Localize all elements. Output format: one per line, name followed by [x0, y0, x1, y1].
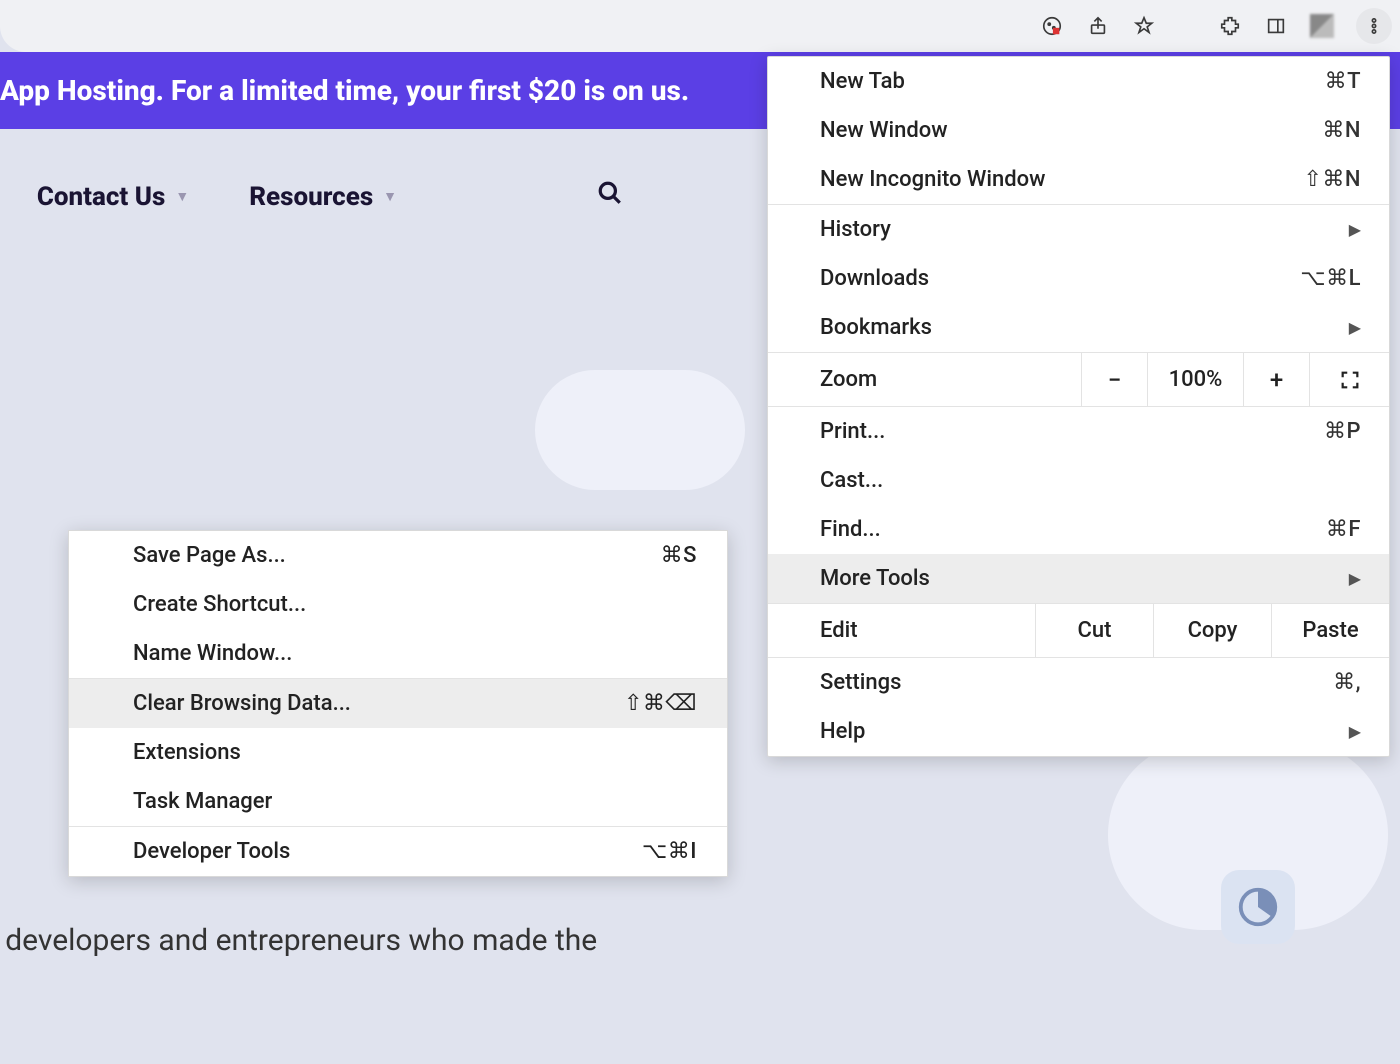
chrome-main-menu: New Tab⌘TNew Window⌘NNew Incognito Windo…: [767, 56, 1390, 757]
copy-button[interactable]: Copy: [1153, 604, 1271, 657]
cloud-decoration: [535, 370, 745, 490]
menu-item-more-tools[interactable]: More Tools▶: [768, 554, 1389, 603]
menu-item-history[interactable]: History▶: [768, 205, 1389, 254]
shortcut: ⌘T: [1325, 69, 1361, 94]
search-icon[interactable]: [597, 180, 623, 213]
shortcut: ⌘,: [1333, 670, 1361, 695]
shortcut: ⌘N: [1322, 118, 1361, 143]
menu-item-developer-tools[interactable]: Developer Tools⌥⌘I: [69, 827, 727, 876]
caret-down-icon: ▼: [383, 188, 397, 205]
menu-item-downloads[interactable]: Downloads⌥⌘L: [768, 254, 1389, 303]
menu-item-name-window[interactable]: Name Window...: [69, 629, 727, 678]
cookie-icon[interactable]: [1040, 14, 1064, 38]
edit-label: Edit: [768, 604, 1035, 657]
menu-item-find[interactable]: Find...⌘F: [768, 505, 1389, 554]
zoom-in-button[interactable]: +: [1243, 353, 1309, 406]
menu-edit-row: Edit Cut Copy Paste: [768, 603, 1389, 658]
menu-item-print[interactable]: Print...⌘P: [768, 407, 1389, 456]
menu-item-new-incognito-window[interactable]: New Incognito Window⇧⌘N: [768, 155, 1389, 204]
menu-item-new-window[interactable]: New Window⌘N: [768, 106, 1389, 155]
nav-item[interactable]: Contact Us▼: [37, 182, 189, 212]
star-icon[interactable]: [1132, 14, 1156, 38]
chevron-right-icon: ▶: [1349, 569, 1361, 588]
site-nav: nts Contact Us▼ Resources▼: [0, 180, 623, 213]
shortcut: ⌥⌘I: [642, 839, 697, 864]
chevron-right-icon: ▶: [1349, 722, 1361, 741]
menu-item-extensions[interactable]: Extensions: [69, 728, 727, 777]
browser-toolbar: [0, 0, 1400, 52]
shortcut: ⌘F: [1326, 517, 1361, 542]
profile-avatar[interactable]: [1310, 14, 1334, 38]
kebab-menu-icon[interactable]: [1356, 8, 1392, 44]
analytics-icon: [1221, 870, 1295, 944]
chevron-right-icon: ▶: [1349, 318, 1361, 337]
zoom-label: Zoom: [768, 353, 1081, 406]
menu-item-create-shortcut[interactable]: Create Shortcut...: [69, 580, 727, 629]
menu-item-task-manager[interactable]: Task Manager: [69, 777, 727, 826]
menu-zoom-row: Zoom − 100% +: [768, 352, 1389, 407]
extensions-icon[interactable]: [1218, 14, 1242, 38]
menu-item-clear-browsing-data[interactable]: Clear Browsing Data...⇧⌘⌫: [69, 679, 727, 728]
shortcut: ⌘P: [1324, 419, 1361, 444]
menu-item-save-page-as[interactable]: Save Page As...⌘S: [69, 531, 727, 580]
shortcut: ⌘S: [661, 543, 697, 568]
shortcut: ⇧⌘⌫: [624, 691, 697, 716]
more-tools-submenu: Save Page As...⌘SCreate Shortcut...Name …: [68, 530, 728, 877]
menu-item-settings[interactable]: Settings⌘,: [768, 658, 1389, 707]
nav-item[interactable]: Resources▼: [249, 182, 397, 212]
zoom-percent: 100%: [1147, 353, 1243, 406]
share-icon[interactable]: [1086, 14, 1110, 38]
cut-button[interactable]: Cut: [1035, 604, 1153, 657]
chevron-right-icon: ▶: [1349, 220, 1361, 239]
menu-item-help[interactable]: Help▶: [768, 707, 1389, 756]
menu-item-new-tab[interactable]: New Tab⌘T: [768, 57, 1389, 106]
fullscreen-icon[interactable]: [1309, 353, 1389, 406]
paste-button[interactable]: Paste: [1271, 604, 1389, 657]
shortcut: ⌥⌘L: [1300, 266, 1361, 291]
menu-item-cast[interactable]: Cast...: [768, 456, 1389, 505]
menu-item-bookmarks[interactable]: Bookmarks▶: [768, 303, 1389, 352]
zoom-out-button[interactable]: −: [1081, 353, 1147, 406]
shortcut: ⇧⌘N: [1303, 167, 1361, 192]
caret-down-icon: ▼: [175, 188, 189, 205]
side-panel-icon[interactable]: [1264, 14, 1288, 38]
